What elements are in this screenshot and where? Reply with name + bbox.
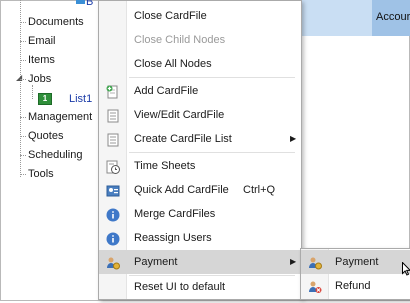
menu-item-label: Merge CardFiles [134,208,216,220]
tree-item-items[interactable]: Items [20,51,55,69]
payment-user-icon [106,255,120,270]
menu-item-time-sheets[interactable]: Time Sheets [99,154,301,178]
menu-item-label: Create CardFile List [134,133,232,145]
menu-item-reset-ui[interactable]: Reset UI to default [99,275,301,299]
tree-guide-line [20,0,21,177]
menu-item-label: Close Child Nodes [134,34,226,46]
menu-item-shortcut: Ctrl+Q [243,184,276,196]
menu-item-label: Close CardFile [134,10,207,22]
menu-item-label: Payment [134,256,178,268]
info-icon [106,207,120,222]
menu-item-payment[interactable]: Payment ▶ [99,250,301,274]
submenu-arrow-icon: ▶ [290,257,297,266]
context-menu: Close CardFile Close Child Nodes Close A… [98,0,302,300]
grid-column-header-label: Accour [376,11,410,23]
document-icon [106,108,120,123]
tree-item-partial[interactable]: B [86,0,93,8]
document-icon [106,132,120,147]
list-icon: 1 [38,93,52,105]
tree-item-quotes[interactable]: Quotes [19,127,63,145]
submenu-arrow-icon: ▶ [290,134,297,143]
menu-separator [129,152,295,153]
menu-item-create-cardfile-list[interactable]: Create CardFile List ▶ [99,127,301,151]
tree-item-scheduling[interactable]: Scheduling [19,146,82,164]
menu-item-view-edit-cardfile[interactable]: View/Edit CardFile [99,103,301,127]
payment-submenu: Payment Refund [300,248,410,300]
tree-item-list1[interactable]: List1 [53,90,92,108]
tree-item-email[interactable]: Email [20,32,56,50]
menu-item-label: Time Sheets [134,160,196,172]
collapse-triangle-icon[interactable]: ◢ [16,73,22,83]
info-icon [106,231,120,246]
menu-item-close-cardfile[interactable]: Close CardFile [99,4,301,28]
navigation-tree: B Documents Email Items ◢ Jobs 1 List1 M… [0,0,100,300]
menu-item-close-child-nodes: Close Child Nodes [99,28,301,52]
menu-separator [129,77,295,78]
menu-item-label: Reset UI to default [134,281,226,293]
menu-item-label: Close All Nodes [134,58,212,70]
menu-item-label: Reassign Users [134,232,212,244]
menu-item-reassign-users[interactable]: Reassign Users [99,226,301,250]
refund-user-icon [308,279,322,293]
tree-guide-line [32,85,33,99]
menu-item-close-all-nodes[interactable]: Close All Nodes [99,52,301,76]
menu-item-merge-cardfiles[interactable]: Merge CardFiles [99,202,301,226]
menu-item-label: Quick Add CardFile [134,184,229,196]
menu-item-label: Add CardFile [134,85,199,97]
submenu-item-label: Payment [335,256,379,268]
quick-add-icon [106,183,120,197]
payment-user-icon [308,255,322,270]
menu-item-label: View/Edit CardFile [134,109,225,121]
tree-item-list1-label: List1 [69,93,93,105]
tree-item-documents[interactable]: Documents [20,13,84,31]
tree-item-tools[interactable]: Tools [20,165,54,183]
submenu-item-payment[interactable]: Payment [301,250,410,274]
tree-node-icon [76,0,85,4]
mouse-cursor-icon [402,261,410,279]
add-document-icon [106,84,120,99]
timesheet-icon [106,159,120,174]
menu-item-quick-add-cardfile[interactable]: Quick Add CardFile Ctrl+Q [99,178,301,202]
submenu-item-refund[interactable]: Refund [301,274,410,298]
tree-item-management[interactable]: Management [19,108,92,126]
submenu-item-label: Refund [335,280,371,292]
menu-item-add-cardfile[interactable]: Add CardFile [99,79,301,103]
